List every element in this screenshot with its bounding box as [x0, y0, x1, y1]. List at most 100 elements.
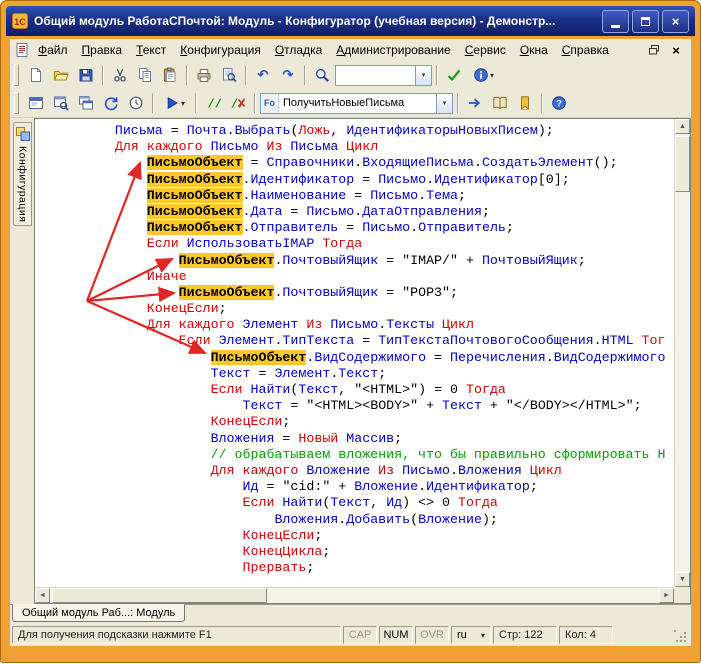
procedures-list-button[interactable] [488, 92, 512, 115]
code-line: Для каждого Элемент Из Письмо.Тексты Цик… [146, 317, 474, 333]
menu-windows[interactable]: Окна [513, 41, 555, 60]
copy-button[interactable] [133, 64, 157, 87]
undo-button[interactable]: ↶ [251, 64, 275, 87]
cut-button[interactable] [108, 64, 132, 87]
toolbar-separator [195, 93, 197, 113]
new-document-button[interactable] [24, 64, 48, 87]
code-line: КонецЦикла; [242, 543, 331, 559]
mdi-restore-button[interactable] [645, 42, 663, 58]
toolbar-config: ▾ // // Fo ПолучитьНовыеПисьма ▾? [10, 89, 691, 117]
add-comment-button[interactable]: // [201, 92, 225, 115]
toolbar-separator [457, 93, 459, 113]
context-help-button[interactable]: ? [547, 92, 571, 115]
language-value: ru [457, 629, 467, 641]
help-info-button[interactable]: ▾ [467, 64, 500, 87]
print-preview-button[interactable] [217, 64, 241, 87]
scroll-down-button[interactable]: ▼ [675, 572, 690, 587]
menu-bar: Файл Правка Текст Конфигурация Отладка Админи… [10, 39, 691, 61]
window-title: Общий модуль РаботаСПочтой: Модуль - Кон… [34, 14, 556, 28]
save-button[interactable] [74, 64, 98, 87]
code-line: Текст = Элемент.Текст; [210, 365, 387, 381]
remove-comment-button[interactable]: // [226, 92, 250, 115]
procedures-combo[interactable]: Fo ПолучитьНовыеПисьма ▾ [260, 92, 453, 114]
open-folder-icon [53, 67, 69, 83]
line-indicator: Стр: 122 [493, 626, 557, 644]
horizontal-scroll-thumb[interactable] [52, 588, 267, 603]
code-line: Для каждого Вложение Из Письмо.Вложения … [210, 462, 562, 478]
paste-button[interactable] [158, 64, 182, 87]
minimize-button[interactable] [602, 9, 629, 33]
toolbar-separator [304, 65, 306, 85]
copy-icon [137, 67, 153, 83]
vertical-scrollbar[interactable]: ▲ ▼ [674, 119, 690, 587]
combo-dropdown-button[interactable]: ▾ [436, 93, 452, 113]
module-document-icon [13, 42, 31, 58]
horizontal-scrollbar[interactable]: ◄ ► [35, 587, 674, 603]
refresh-icon [103, 95, 119, 111]
module-document-tab[interactable]: Общий модуль Раб...: Модуль [12, 604, 186, 622]
status-bar: Для получения подсказки нажмите F1 CAP N… [10, 624, 691, 646]
combo-dropdown-button[interactable]: ▾ [415, 65, 431, 85]
menu-service[interactable]: Сервис [458, 41, 513, 60]
menu-edit[interactable]: Правка [75, 41, 130, 60]
maximize-button[interactable] [632, 9, 659, 33]
mdi-close-button[interactable]: × [667, 42, 685, 58]
menu-configuration[interactable]: Конфигурация [173, 41, 268, 60]
start-debugging-button[interactable]: ▾ [158, 92, 191, 115]
find-in-configuration-button[interactable] [49, 92, 73, 115]
open-configuration-button[interactable] [24, 92, 48, 115]
title-bar[interactable]: 1С Общий модуль РаботаСПочтой: Модуль - … [6, 6, 695, 36]
overwrite-indicator: OVR [415, 626, 449, 644]
history-button[interactable] [124, 92, 148, 115]
code-line: Текст = "<HTML><BODY>" + Текст + "</BODY… [242, 398, 642, 414]
code-line: Если Найти(Текст, "<HTML>") = 0 Тогда [210, 382, 506, 397]
mdi-window-controls: × [645, 42, 688, 58]
open-button[interactable] [49, 64, 73, 87]
configuration-windows-button[interactable] [74, 92, 98, 115]
scroll-right-button[interactable]: ► [659, 588, 674, 603]
code-line: Вложения = Новый Массив; [210, 430, 403, 446]
menu-administration[interactable]: Администрирование [329, 41, 457, 60]
dropdown-arrow-icon: ▾ [489, 70, 494, 80]
vertical-scroll-thumb[interactable] [675, 136, 690, 192]
toolbar-grip[interactable] [14, 64, 19, 86]
menu-file[interactable]: Файл [31, 41, 75, 60]
play-icon [164, 95, 180, 111]
combo-value: ПолучитьНовыеПисьма [283, 97, 405, 109]
update-db-configuration-button[interactable] [99, 92, 123, 115]
bookmark-button[interactable] [513, 92, 537, 115]
check-icon [446, 67, 462, 83]
redo-icon: ↷ [282, 67, 294, 82]
quick-search-combo[interactable]: ▾ [335, 64, 432, 86]
redo-button[interactable]: ↷ [276, 64, 300, 87]
resize-grip[interactable] [673, 626, 689, 644]
work-area: Конфигурация Письма = Почта.Выбрать(Ложь… [10, 117, 691, 604]
goto-procedure-button[interactable] [463, 92, 487, 115]
scroll-left-button[interactable]: ◄ [35, 588, 50, 603]
code-editor[interactable]: Письма = Почта.Выбрать(Ложь, Идентификат… [34, 118, 691, 604]
close-button[interactable]: × [662, 9, 689, 33]
client-area: Файл Правка Текст Конфигурация Отладка Админи… [10, 39, 691, 646]
code-line: // обрабатываем вложения, что бы правиль… [210, 446, 666, 462]
menu-text[interactable]: Текст [129, 41, 173, 60]
configuration-panel-tab[interactable]: Конфигурация [13, 122, 32, 226]
chevron-down-icon: ▾ [480, 630, 485, 640]
syntax-check-button[interactable] [442, 64, 466, 87]
status-spacer [615, 626, 671, 644]
toolbar-separator [436, 65, 438, 85]
language-selector[interactable]: ru ▾ [451, 626, 491, 644]
toolbar-separator [102, 65, 104, 85]
menu-help[interactable]: Справка [555, 41, 616, 60]
app-icon: 1С [12, 13, 28, 29]
code-line: Прервать; [242, 560, 315, 576]
document-tab-bar: Общий модуль Раб...: Модуль [10, 604, 691, 624]
menu-debug[interactable]: Отладка [268, 41, 329, 60]
toolbar-grip[interactable] [14, 92, 19, 114]
configuration-tab-label: Конфигурация [16, 146, 29, 223]
new-doc-icon [28, 67, 44, 83]
code-line: ПисьмоОбъект = Справочники.ВходящиеПисьм… [146, 155, 618, 171]
svg-text:1С: 1С [14, 17, 26, 27]
print-button[interactable] [192, 64, 216, 87]
scroll-up-button[interactable]: ▲ [675, 119, 690, 134]
find-button[interactable] [310, 64, 334, 87]
